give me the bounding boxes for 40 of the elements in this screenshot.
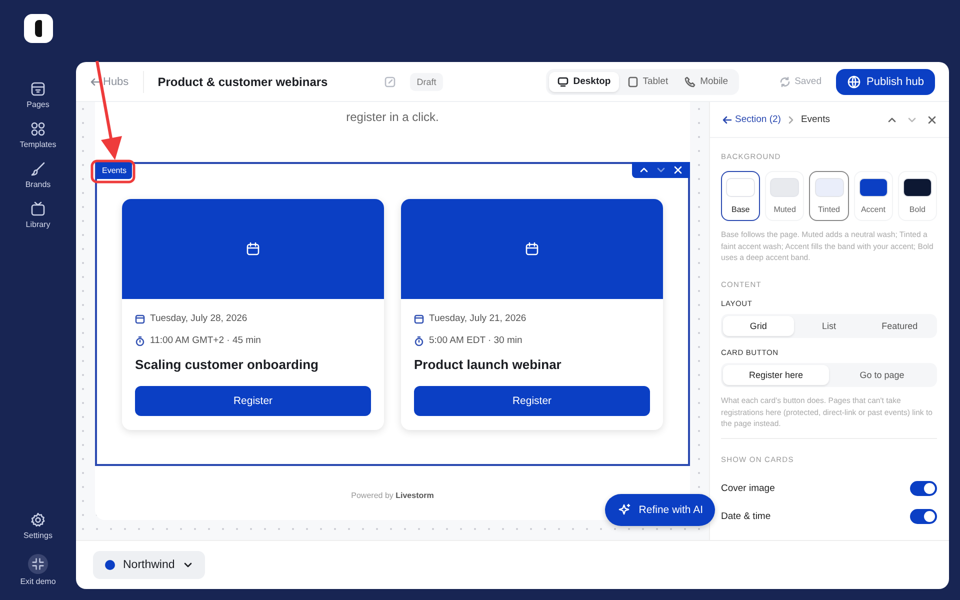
save-status: Saved [794,76,822,87]
background-option[interactable]: Tinted [809,171,849,221]
powered-by-text: Powered by Livestorm [351,491,434,500]
toggle-label: Date & time [721,510,771,522]
device-tab[interactable]: Tablet [618,72,676,92]
background-option[interactable]: Base [721,171,760,221]
event-title: Scaling customer onboarding [135,357,320,372]
page-title: Product & customer webinars [158,74,328,88]
sidebar-item[interactable]: Brands [20,161,56,189]
sidebar-item[interactable]: Settings [20,512,56,540]
event-time: 11:00 AM GMT+2 · 45 min [150,335,261,346]
sidebar-item[interactable]: Pages [20,81,56,109]
sidebar-item[interactable]: Templates [20,121,56,149]
device-tab[interactable]: Desktop [549,72,619,92]
status-badge: Draft [410,72,444,90]
background-option[interactable]: Muted [765,171,804,221]
sidebar-item[interactable]: Library [20,201,56,229]
toggle-label: Cover image [721,482,775,494]
event-time: 5:00 AM EDT · 30 min [429,335,522,346]
background-option[interactable]: Accent [854,171,893,221]
publish-button[interactable]: Publish hub [836,68,935,94]
event-date: Tuesday, July 21, 2026 [429,313,526,324]
register-button[interactable]: Register [414,386,650,416]
register-button[interactable]: Register [135,386,371,416]
sidebar-item[interactable]: Exit demo [20,554,56,586]
segment-option[interactable]: Grid [723,316,794,336]
refine-button[interactable]: Refine with AI [604,494,715,526]
segment-option[interactable]: Register here [723,365,829,386]
device-tab[interactable]: Mobile [676,72,736,92]
event-date: Tuesday, July 28, 2026 [150,313,248,324]
event-title: Product launch webinar [414,357,562,372]
brand-selector[interactable]: Northwind [93,551,205,579]
segment-option[interactable]: Go to page [829,365,935,386]
segment-option[interactable]: List [794,316,864,336]
breadcrumb-link[interactable]: Section (2) [722,114,781,125]
segment-option[interactable]: Featured [864,316,936,336]
breadcrumb-current: Events [800,114,830,125]
background-option[interactable]: Bold [898,171,938,221]
section-tag: Events [96,162,132,179]
subtitle-text: register in a click. [346,110,439,124]
